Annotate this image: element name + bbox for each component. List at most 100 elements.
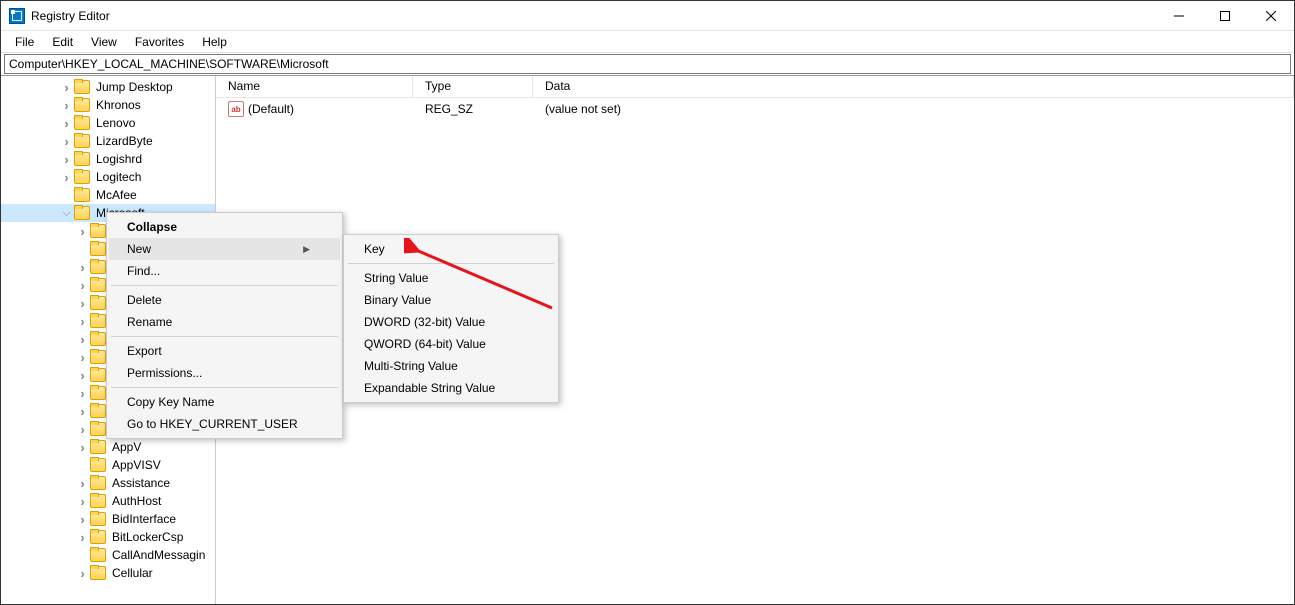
tree-item-label: BidInterface bbox=[110, 512, 178, 526]
context-collapse[interactable]: Collapse bbox=[109, 216, 340, 238]
expander-closed-icon[interactable] bbox=[75, 332, 90, 347]
new-submenu: Key String Value Binary Value DWORD (32-… bbox=[343, 234, 559, 403]
expander-closed-icon[interactable] bbox=[75, 494, 90, 509]
folder-icon bbox=[90, 350, 106, 364]
folder-icon bbox=[74, 98, 90, 112]
expander-closed-icon[interactable] bbox=[75, 512, 90, 527]
context-permissions[interactable]: Permissions... bbox=[109, 362, 340, 384]
string-value-icon: ab bbox=[228, 101, 244, 117]
content-area: Jump Desktop Khronos Lenovo LizardByte Logis… bbox=[1, 75, 1294, 604]
menu-help[interactable]: Help bbox=[194, 33, 235, 51]
expander-closed-icon[interactable] bbox=[75, 368, 90, 383]
expander-closed-icon[interactable] bbox=[59, 152, 74, 167]
tree-item[interactable]: McAfee bbox=[1, 186, 215, 204]
submenu-qword[interactable]: QWORD (64-bit) Value bbox=[346, 333, 556, 355]
folder-icon bbox=[90, 530, 106, 544]
tree-item-label: Lenovo bbox=[94, 116, 137, 130]
folder-icon bbox=[90, 224, 106, 238]
folder-icon bbox=[74, 80, 90, 94]
close-button[interactable] bbox=[1248, 1, 1294, 30]
column-name[interactable]: Name bbox=[216, 76, 413, 97]
submenu-binary[interactable]: Binary Value bbox=[346, 289, 556, 311]
folder-icon bbox=[74, 206, 90, 220]
context-copy-key-name[interactable]: Copy Key Name bbox=[109, 391, 340, 413]
expander-closed-icon[interactable] bbox=[75, 386, 90, 401]
tree-item[interactable]: BitLockerCsp bbox=[1, 528, 215, 546]
submenu-expandable-string[interactable]: Expandable String Value bbox=[346, 377, 556, 399]
folder-icon bbox=[90, 476, 106, 490]
expander-closed-icon[interactable] bbox=[75, 278, 90, 293]
folder-icon bbox=[90, 314, 106, 328]
context-separator bbox=[111, 336, 338, 337]
expander-closed-icon[interactable] bbox=[75, 404, 90, 419]
tree-item[interactable]: Khronos bbox=[1, 96, 215, 114]
submenu-key[interactable]: Key bbox=[346, 238, 556, 260]
address-text: Computer\HKEY_LOCAL_MACHINE\SOFTWARE\Mic… bbox=[9, 57, 329, 71]
context-rename[interactable]: Rename bbox=[109, 311, 340, 333]
expander-closed-icon[interactable] bbox=[75, 224, 90, 239]
expander-closed-icon[interactable] bbox=[59, 134, 74, 149]
context-find[interactable]: Find... bbox=[109, 260, 340, 282]
tree-item[interactable]: LizardByte bbox=[1, 132, 215, 150]
value-row[interactable]: ab (Default) REG_SZ (value not set) bbox=[216, 98, 1294, 120]
tree-item[interactable]: Logishrd bbox=[1, 150, 215, 168]
expander-closed-icon[interactable] bbox=[75, 350, 90, 365]
value-name: (Default) bbox=[248, 102, 294, 116]
tree-item[interactable]: AuthHost bbox=[1, 492, 215, 510]
tree-item-label: BitLockerCsp bbox=[110, 530, 185, 544]
menu-favorites[interactable]: Favorites bbox=[127, 33, 192, 51]
folder-icon bbox=[90, 512, 106, 526]
expander-closed-icon[interactable] bbox=[59, 116, 74, 131]
window-title: Registry Editor bbox=[31, 9, 1156, 23]
submenu-string[interactable]: String Value bbox=[346, 267, 556, 289]
menu-edit[interactable]: Edit bbox=[44, 33, 81, 51]
tree-item[interactable]: Logitech bbox=[1, 168, 215, 186]
maximize-button[interactable] bbox=[1202, 1, 1248, 30]
expander-closed-icon[interactable] bbox=[59, 98, 74, 113]
menu-file[interactable]: File bbox=[7, 33, 42, 51]
tree-item[interactable]: CallAndMessagin bbox=[1, 546, 215, 564]
tree-item[interactable]: Cellular bbox=[1, 564, 215, 582]
context-new[interactable]: New ▶ bbox=[109, 238, 340, 260]
folder-icon bbox=[90, 242, 106, 256]
expander-closed-icon[interactable] bbox=[75, 260, 90, 275]
expander-closed-icon[interactable] bbox=[59, 80, 74, 95]
address-bar[interactable]: Computer\HKEY_LOCAL_MACHINE\SOFTWARE\Mic… bbox=[4, 54, 1291, 74]
tree-item-label: Logishrd bbox=[94, 152, 144, 166]
expander-closed-icon[interactable] bbox=[75, 440, 90, 455]
tree-item[interactable]: AppVISV bbox=[1, 456, 215, 474]
folder-icon bbox=[90, 368, 106, 382]
context-goto[interactable]: Go to HKEY_CURRENT_USER bbox=[109, 413, 340, 435]
submenu-multi-string[interactable]: Multi-String Value bbox=[346, 355, 556, 377]
tree-item[interactable]: Assistance bbox=[1, 474, 215, 492]
submenu-dword[interactable]: DWORD (32-bit) Value bbox=[346, 311, 556, 333]
folder-icon bbox=[90, 278, 106, 292]
context-delete[interactable]: Delete bbox=[109, 289, 340, 311]
folder-icon bbox=[90, 422, 106, 436]
tree-item[interactable]: Jump Desktop bbox=[1, 78, 215, 96]
expander-closed-icon[interactable] bbox=[75, 422, 90, 437]
tree-item-label: Cellular bbox=[110, 566, 155, 580]
folder-icon bbox=[90, 260, 106, 274]
column-type[interactable]: Type bbox=[413, 76, 533, 97]
folder-icon bbox=[90, 440, 106, 454]
minimize-button[interactable] bbox=[1156, 1, 1202, 30]
expander-closed-icon[interactable] bbox=[75, 314, 90, 329]
expander-closed-icon[interactable] bbox=[75, 476, 90, 491]
expander-open-icon[interactable] bbox=[59, 207, 74, 220]
column-data[interactable]: Data bbox=[533, 76, 1294, 97]
tree-item-label: Khronos bbox=[94, 98, 143, 112]
expander-closed-icon[interactable] bbox=[59, 170, 74, 185]
menu-view[interactable]: View bbox=[83, 33, 125, 51]
context-export[interactable]: Export bbox=[109, 340, 340, 362]
expander-closed-icon[interactable] bbox=[75, 296, 90, 311]
expander-closed-icon[interactable] bbox=[75, 566, 90, 581]
tree-item[interactable]: BidInterface bbox=[1, 510, 215, 528]
tree-item[interactable]: Lenovo bbox=[1, 114, 215, 132]
tree-item[interactable]: AppV bbox=[1, 438, 215, 456]
folder-icon bbox=[90, 494, 106, 508]
expander-closed-icon[interactable] bbox=[75, 530, 90, 545]
registry-editor-window: Registry Editor File Edit View Favorites… bbox=[0, 0, 1295, 605]
folder-icon bbox=[74, 170, 90, 184]
folder-icon bbox=[90, 386, 106, 400]
